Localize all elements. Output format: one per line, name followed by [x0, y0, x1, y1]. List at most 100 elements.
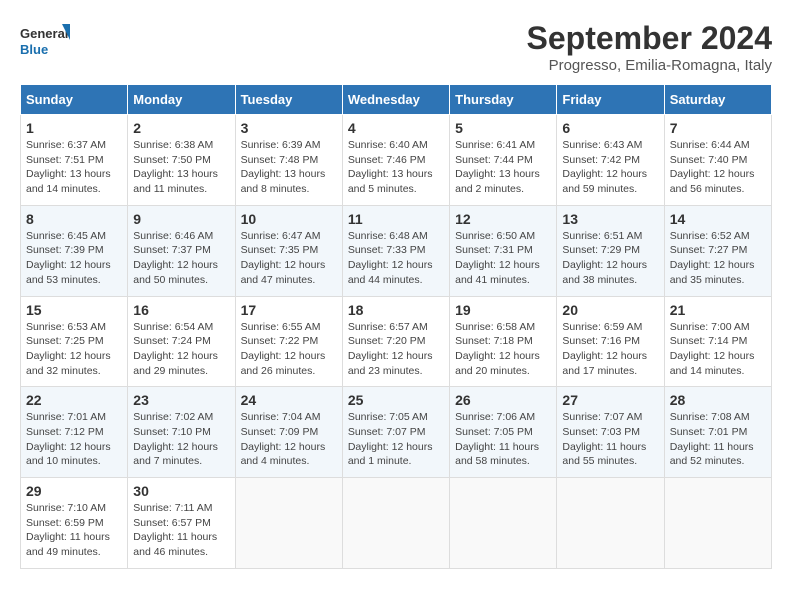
logo: General Blue — [20, 20, 70, 64]
day-number: 3 — [241, 120, 337, 136]
day-info: Sunrise: 6:41 AMSunset: 7:44 PMDaylight:… — [455, 138, 551, 197]
day-number: 4 — [348, 120, 444, 136]
calendar-cell: 6 Sunrise: 6:43 AMSunset: 7:42 PMDaylight… — [557, 115, 664, 206]
day-info: Sunrise: 7:00 AMSunset: 7:14 PMDaylight:… — [670, 320, 766, 379]
weekday-header-tuesday: Tuesday — [235, 85, 342, 115]
day-info: Sunrise: 7:10 AMSunset: 6:59 PMDaylight:… — [26, 501, 122, 560]
day-info: Sunrise: 6:57 AMSunset: 7:20 PMDaylight:… — [348, 320, 444, 379]
calendar-cell: 29 Sunrise: 7:10 AMSunset: 6:59 PMDayligh… — [21, 478, 128, 569]
day-number: 25 — [348, 392, 444, 408]
day-info: Sunrise: 6:54 AMSunset: 7:24 PMDaylight:… — [133, 320, 229, 379]
day-number: 24 — [241, 392, 337, 408]
calendar-cell: 7 Sunrise: 6:44 AMSunset: 7:40 PMDaylight… — [664, 115, 771, 206]
day-number: 14 — [670, 211, 766, 227]
day-number: 2 — [133, 120, 229, 136]
calendar-cell — [664, 478, 771, 569]
calendar-cell: 30Sunrise: 7:11 AMSunset: 6:57 PMDayligh… — [128, 478, 235, 569]
day-number: 28 — [670, 392, 766, 408]
weekday-header-saturday: Saturday — [664, 85, 771, 115]
calendar-cell: 18 Sunrise: 6:57 AMSunset: 7:20 PMDayligh… — [342, 296, 449, 387]
day-number: 5 — [455, 120, 551, 136]
calendar-cell: 22 Sunrise: 7:01 AMSunset: 7:12 PMDayligh… — [21, 387, 128, 478]
header: General Blue September 2024 Progresso, E… — [20, 20, 772, 74]
day-number: 21 — [670, 302, 766, 318]
weekday-header-friday: Friday — [557, 85, 664, 115]
day-number: 15 — [26, 302, 122, 318]
day-number: 22 — [26, 392, 122, 408]
day-info: Sunrise: 6:43 AMSunset: 7:42 PMDaylight:… — [562, 138, 658, 197]
day-info: Sunrise: 6:44 AMSunset: 7:40 PMDaylight:… — [670, 138, 766, 197]
day-number: 7 — [670, 120, 766, 136]
calendar-table: SundayMondayTuesdayWednesdayThursdayFrid… — [20, 84, 772, 569]
day-info: Sunrise: 6:40 AMSunset: 7:46 PMDaylight:… — [348, 138, 444, 197]
day-info: Sunrise: 6:48 AMSunset: 7:33 PMDaylight:… — [348, 229, 444, 288]
day-number: 19 — [455, 302, 551, 318]
day-number: 9 — [133, 211, 229, 227]
svg-text:General: General — [20, 26, 68, 41]
calendar-cell — [450, 478, 557, 569]
calendar-cell: 8Sunrise: 6:45 AMSunset: 7:39 PMDaylight… — [21, 205, 128, 296]
day-info: Sunrise: 6:53 AMSunset: 7:25 PMDaylight:… — [26, 320, 122, 379]
location-subtitle: Progresso, Emilia-Romagna, Italy — [527, 57, 772, 74]
calendar-cell: 16 Sunrise: 6:54 AMSunset: 7:24 PMDayligh… — [128, 296, 235, 387]
day-number: 17 — [241, 302, 337, 318]
day-info: Sunrise: 6:39 AMSunset: 7:48 PMDaylight:… — [241, 138, 337, 197]
day-info: Sunrise: 7:08 AMSunset: 7:01 PMDaylight:… — [670, 410, 766, 469]
calendar-cell: 19 Sunrise: 6:58 AMSunset: 7:18 PMDayligh… — [450, 296, 557, 387]
calendar-cell: 17 Sunrise: 6:55 AMSunset: 7:22 PMDayligh… — [235, 296, 342, 387]
calendar-cell: 11 Sunrise: 6:48 AMSunset: 7:33 PMDayligh… — [342, 205, 449, 296]
day-info: Sunrise: 7:06 AMSunset: 7:05 PMDaylight:… — [455, 410, 551, 469]
day-number: 18 — [348, 302, 444, 318]
day-number: 13 — [562, 211, 658, 227]
calendar-cell: 23Sunrise: 7:02 AMSunset: 7:10 PMDayligh… — [128, 387, 235, 478]
calendar-cell: 12 Sunrise: 6:50 AMSunset: 7:31 PMDayligh… — [450, 205, 557, 296]
day-number: 29 — [26, 483, 122, 499]
day-info: Sunrise: 6:55 AMSunset: 7:22 PMDaylight:… — [241, 320, 337, 379]
calendar-cell — [557, 478, 664, 569]
weekday-header-wednesday: Wednesday — [342, 85, 449, 115]
calendar-cell: 15 Sunrise: 6:53 AMSunset: 7:25 PMDayligh… — [21, 296, 128, 387]
day-info: Sunrise: 7:04 AMSunset: 7:09 PMDaylight:… — [241, 410, 337, 469]
day-info: Sunrise: 7:01 AMSunset: 7:12 PMDaylight:… — [26, 410, 122, 469]
day-number: 23 — [133, 392, 229, 408]
calendar-cell: 14 Sunrise: 6:52 AMSunset: 7:27 PMDayligh… — [664, 205, 771, 296]
weekday-header-monday: Monday — [128, 85, 235, 115]
calendar-cell: 20 Sunrise: 6:59 AMSunset: 7:16 PMDayligh… — [557, 296, 664, 387]
day-number: 11 — [348, 211, 444, 227]
day-number: 26 — [455, 392, 551, 408]
day-number: 6 — [562, 120, 658, 136]
day-number: 12 — [455, 211, 551, 227]
calendar-cell: 2Sunrise: 6:38 AMSunset: 7:50 PMDaylight… — [128, 115, 235, 206]
calendar-cell: 5 Sunrise: 6:41 AMSunset: 7:44 PMDaylight… — [450, 115, 557, 206]
month-title: September 2024 — [527, 20, 772, 57]
day-info: Sunrise: 6:47 AMSunset: 7:35 PMDaylight:… — [241, 229, 337, 288]
calendar-cell: 21 Sunrise: 7:00 AMSunset: 7:14 PMDayligh… — [664, 296, 771, 387]
day-number: 8 — [26, 211, 122, 227]
day-info: Sunrise: 6:51 AMSunset: 7:29 PMDaylight:… — [562, 229, 658, 288]
calendar-cell: 4 Sunrise: 6:40 AMSunset: 7:46 PMDaylight… — [342, 115, 449, 206]
calendar-cell: 13 Sunrise: 6:51 AMSunset: 7:29 PMDayligh… — [557, 205, 664, 296]
calendar-cell: 27 Sunrise: 7:07 AMSunset: 7:03 PMDayligh… — [557, 387, 664, 478]
day-info: Sunrise: 7:07 AMSunset: 7:03 PMDaylight:… — [562, 410, 658, 469]
calendar-cell — [235, 478, 342, 569]
day-info: Sunrise: 7:05 AMSunset: 7:07 PMDaylight:… — [348, 410, 444, 469]
day-number: 10 — [241, 211, 337, 227]
calendar-cell: 24 Sunrise: 7:04 AMSunset: 7:09 PMDayligh… — [235, 387, 342, 478]
weekday-header-thursday: Thursday — [450, 85, 557, 115]
day-number: 30 — [133, 483, 229, 499]
day-info: Sunrise: 6:58 AMSunset: 7:18 PMDaylight:… — [455, 320, 551, 379]
day-number: 16 — [133, 302, 229, 318]
day-number: 20 — [562, 302, 658, 318]
title-area: September 2024 Progresso, Emilia-Romagna… — [527, 20, 772, 74]
calendar-cell: 1Sunrise: 6:37 AMSunset: 7:51 PMDaylight… — [21, 115, 128, 206]
day-number: 27 — [562, 392, 658, 408]
day-info: Sunrise: 6:37 AMSunset: 7:51 PMDaylight:… — [26, 138, 122, 197]
day-info: Sunrise: 6:52 AMSunset: 7:27 PMDaylight:… — [670, 229, 766, 288]
calendar-cell: 10 Sunrise: 6:47 AMSunset: 7:35 PMDayligh… — [235, 205, 342, 296]
day-info: Sunrise: 6:50 AMSunset: 7:31 PMDaylight:… — [455, 229, 551, 288]
logo-svg: General Blue — [20, 20, 70, 64]
calendar-cell — [342, 478, 449, 569]
day-info: Sunrise: 6:46 AMSunset: 7:37 PMDaylight:… — [133, 229, 229, 288]
day-info: Sunrise: 6:59 AMSunset: 7:16 PMDaylight:… — [562, 320, 658, 379]
calendar-cell: 28 Sunrise: 7:08 AMSunset: 7:01 PMDayligh… — [664, 387, 771, 478]
